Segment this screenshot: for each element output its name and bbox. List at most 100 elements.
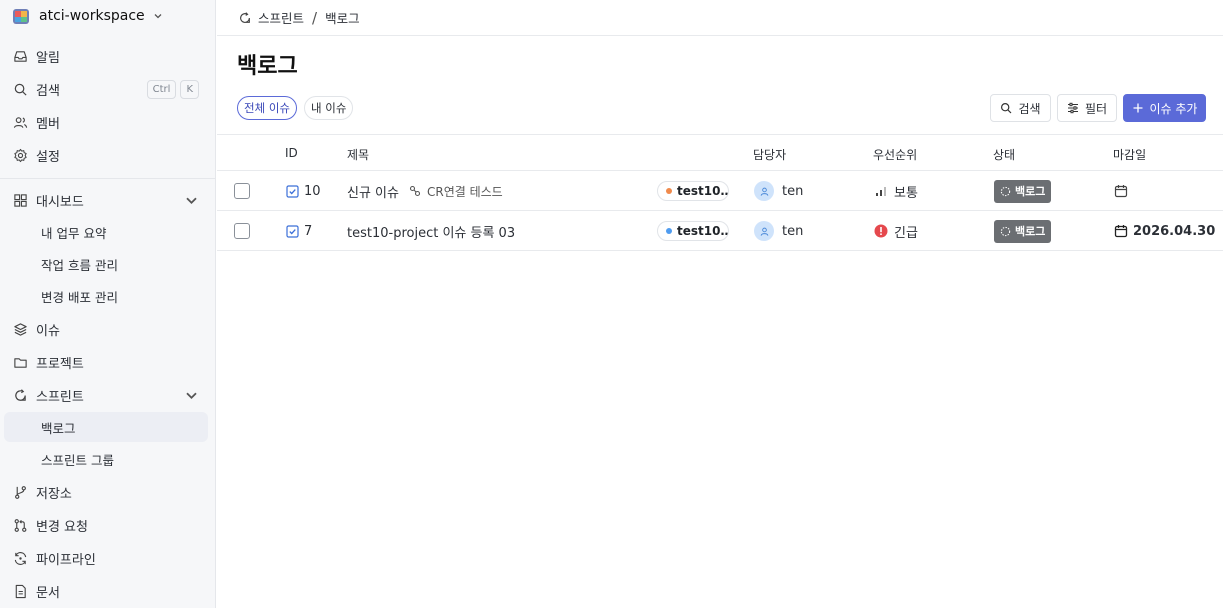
- sidebar-item-settings[interactable]: 설정: [4, 140, 208, 170]
- row-checkbox[interactable]: [234, 183, 250, 199]
- assignee-name[interactable]: ten: [782, 224, 803, 239]
- project-tag[interactable]: test10…: [657, 221, 729, 241]
- project-color-dot: [666, 228, 672, 234]
- sidebar-item-label: 이슈: [36, 323, 60, 339]
- task-checkbox-icon: [286, 224, 299, 238]
- column-header-assignee[interactable]: 담당자: [753, 146, 786, 163]
- issue-id[interactable]: 10: [304, 184, 321, 199]
- avatar: [754, 181, 774, 201]
- app-window: atci-workspace 알림 검색 Ctrl K 멤버 설정 대시보드 내…: [0, 0, 1223, 608]
- add-issue-button-label: 이슈 추가: [1149, 101, 1198, 116]
- issue-title[interactable]: test10-project 이슈 등록 03: [347, 222, 515, 241]
- issue-title[interactable]: 신규 이슈: [347, 182, 399, 201]
- sidebar-item-label: 변경 요청: [36, 519, 88, 535]
- pipeline-icon: [14, 551, 27, 565]
- status-badge[interactable]: 백로그: [994, 179, 1052, 203]
- urgent-icon: [874, 224, 888, 238]
- priority-label[interactable]: 긴급: [894, 222, 918, 241]
- filter-button[interactable]: 필터: [1057, 94, 1117, 122]
- linked-change-request[interactable]: CR연결 테스드: [427, 183, 503, 200]
- filter-tab-my-issues[interactable]: 내 이슈: [304, 96, 354, 120]
- column-header-id[interactable]: ID: [285, 146, 298, 160]
- shortcut-key: K: [180, 79, 199, 99]
- filter-tab-all-issues[interactable]: 전체 이슈: [237, 96, 297, 120]
- row-checkbox[interactable]: [234, 223, 250, 239]
- priority-label[interactable]: 보통: [894, 182, 918, 201]
- project-tag-label: test10…: [677, 224, 729, 238]
- sidebar-item-label: 프로젝트: [36, 356, 84, 372]
- add-issue-button[interactable]: 이슈 추가: [1123, 94, 1206, 122]
- project-color-dot: [666, 188, 672, 194]
- sidebar-subitem-workflow[interactable]: 작업 흐름 관리: [4, 249, 208, 279]
- calendar-icon[interactable]: [1114, 184, 1128, 198]
- workspace-logo-icon: [13, 9, 29, 24]
- table-row[interactable]: 7 test10-project 이슈 등록 03 test10… ten 긴급: [217, 211, 1223, 251]
- sidebar-item-sprint[interactable]: 스프린트: [4, 380, 208, 410]
- project-tag-label: test10…: [677, 184, 729, 198]
- sidebar-divider: [0, 178, 216, 179]
- sidebar-item-notifications[interactable]: 알림: [4, 41, 208, 71]
- sidebar-item-change-request[interactable]: 변경 요청: [4, 510, 208, 540]
- sidebar-item-label: 문서: [36, 585, 60, 601]
- sliders-icon: [1067, 102, 1078, 114]
- sidebar-item-label: 파이프라인: [36, 552, 96, 568]
- sidebar-item-label: 검색: [36, 83, 60, 99]
- chevron-down-icon[interactable]: [184, 193, 199, 208]
- sidebar-subitem-my-work[interactable]: 내 업무 요약: [4, 217, 208, 247]
- dashed-circle-icon: [1000, 226, 1011, 236]
- sidebar-item-repository[interactable]: 저장소: [4, 477, 208, 507]
- plus-icon: [1133, 103, 1142, 113]
- avatar: [754, 221, 774, 241]
- sidebar-item-documents[interactable]: 문서: [4, 576, 208, 606]
- project-tag[interactable]: test10…: [657, 181, 729, 201]
- search-button-label: 검색: [1018, 101, 1041, 116]
- git-branch-icon: [15, 485, 26, 499]
- column-header-title[interactable]: 제목: [347, 146, 369, 163]
- breadcrumb: 스프린트 / 백로그: [217, 0, 1223, 36]
- search-button[interactable]: 검색: [990, 94, 1051, 122]
- shortcut-hint: Ctrl K: [146, 79, 199, 99]
- workspace-name: atci-workspace: [39, 8, 145, 24]
- sidebar-item-dashboard[interactable]: 대시보드: [4, 185, 208, 215]
- due-date[interactable]: 2026.04.30: [1133, 224, 1215, 239]
- chevron-down-icon[interactable]: [184, 388, 199, 403]
- sidebar-item-projects[interactable]: 프로젝트: [4, 347, 208, 377]
- issue-id[interactable]: 7: [304, 224, 312, 239]
- sidebar-item-label: 설정: [36, 149, 60, 165]
- sidebar: atci-workspace 알림 검색 Ctrl K 멤버 설정 대시보드 내…: [0, 0, 216, 608]
- shortcut-key: Ctrl: [146, 79, 177, 99]
- sidebar-item-issues[interactable]: 이슈: [4, 314, 208, 344]
- breadcrumb-separator: /: [312, 8, 318, 27]
- sidebar-subitem-sprint-group[interactable]: 스프린트 그룹: [4, 444, 208, 474]
- folder-icon: [14, 357, 27, 368]
- users-icon: [13, 116, 28, 128]
- document-icon: [15, 584, 26, 598]
- sidebar-item-pipeline[interactable]: 파이프라인: [4, 543, 208, 573]
- column-header-status[interactable]: 상태: [993, 146, 1015, 163]
- status-label: 백로그: [1015, 225, 1046, 238]
- column-header-due[interactable]: 마감일: [1113, 146, 1146, 163]
- page-title: 백로그: [237, 54, 298, 79]
- table-row[interactable]: 10 신규 이슈 CR연결 테스드 test10… ten 보통 백로그: [217, 171, 1223, 211]
- grid-icon: [14, 193, 27, 207]
- sidebar-item-label: 알림: [36, 50, 60, 66]
- breadcrumb-parent[interactable]: 스프린트: [258, 8, 304, 27]
- sidebar-item-members[interactable]: 멤버: [4, 107, 208, 137]
- breadcrumb-current: 백로그: [325, 11, 360, 26]
- sidebar-subitem-backlog[interactable]: 백로그: [4, 412, 208, 442]
- table-header: ID 제목 담당자 우선순위 상태 마감일: [217, 134, 1223, 171]
- calendar-icon[interactable]: [1114, 224, 1128, 238]
- sidebar-item-label: 대시보드: [36, 194, 84, 210]
- sidebar-item-label: 스프린트: [36, 389, 84, 405]
- filter-button-label: 필터: [1084, 101, 1108, 116]
- assignee-name[interactable]: ten: [782, 184, 803, 199]
- sidebar-item-search[interactable]: 검색 Ctrl K: [4, 74, 208, 104]
- workspace-switcher[interactable]: atci-workspace: [11, 4, 163, 28]
- sprint-icon: [15, 388, 26, 401]
- main-content: 스프린트 / 백로그 백로그 전체 이슈 내 이슈 검색 필터 이슈 추가 ID…: [217, 0, 1223, 608]
- status-badge[interactable]: 백로그: [994, 219, 1052, 243]
- sidebar-subitem-deploy[interactable]: 변경 배포 관리: [4, 281, 208, 311]
- column-header-priority[interactable]: 우선순위: [873, 146, 917, 163]
- dashed-circle-icon: [1000, 186, 1011, 196]
- task-checkbox-icon: [286, 184, 299, 198]
